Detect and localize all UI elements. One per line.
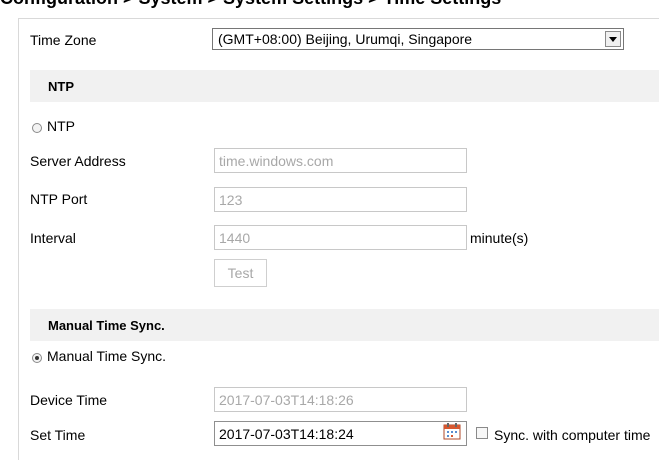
server-address-label: Server Address — [30, 153, 126, 169]
interval-label: Interval — [30, 230, 76, 246]
sync-computer-time-checkbox[interactable] — [476, 427, 488, 439]
sync-computer-time-label: Sync. with computer time — [494, 427, 651, 443]
set-time-value: 2017-07-03T14:18:24 — [219, 426, 354, 442]
timezone-label: Time Zone — [30, 32, 97, 48]
manual-sync-radio-label: Manual Time Sync. — [47, 348, 167, 364]
manual-section-title: Manual Time Sync. — [48, 318, 165, 333]
device-time-label: Device Time — [30, 392, 108, 408]
ntp-radio[interactable] — [32, 123, 42, 133]
server-address-field[interactable]: time.windows.com — [214, 148, 467, 173]
ntp-port-label: NTP Port — [30, 191, 88, 207]
set-time-field[interactable]: 2017-07-03T14:18:24 — [214, 421, 467, 446]
server-address-value: time.windows.com — [219, 153, 334, 169]
set-time-label: Set Time — [30, 427, 86, 443]
ntp-port-field[interactable]: 123 — [214, 187, 467, 212]
interval-value: 1440 — [219, 230, 251, 246]
ntp-section-title: NTP — [48, 79, 74, 94]
timezone-select[interactable]: (GMT+08:00) Beijing, Urumqi, Singapore — [212, 28, 624, 50]
timezone-select-value: (GMT+08:00) Beijing, Urumqi, Singapore — [218, 31, 473, 47]
manual-sync-radio[interactable] — [32, 353, 42, 363]
test-button[interactable]: Test — [214, 259, 267, 287]
device-time-field: 2017-07-03T14:18:26 — [214, 387, 467, 412]
ntp-radio-label: NTP — [47, 118, 75, 134]
manual-section-header: Manual Time Sync. — [30, 309, 659, 341]
interval-unit: minute(s) — [470, 230, 529, 246]
chevron-down-icon[interactable] — [605, 31, 621, 47]
ntp-section-header: NTP — [30, 70, 659, 102]
ntp-port-value: 123 — [219, 192, 243, 208]
calendar-icon[interactable] — [443, 422, 461, 440]
interval-field[interactable]: 1440 — [214, 225, 467, 250]
device-time-value: 2017-07-03T14:18:26 — [219, 392, 354, 408]
page-heading: Configuration > System > System Settings… — [0, 0, 501, 9]
